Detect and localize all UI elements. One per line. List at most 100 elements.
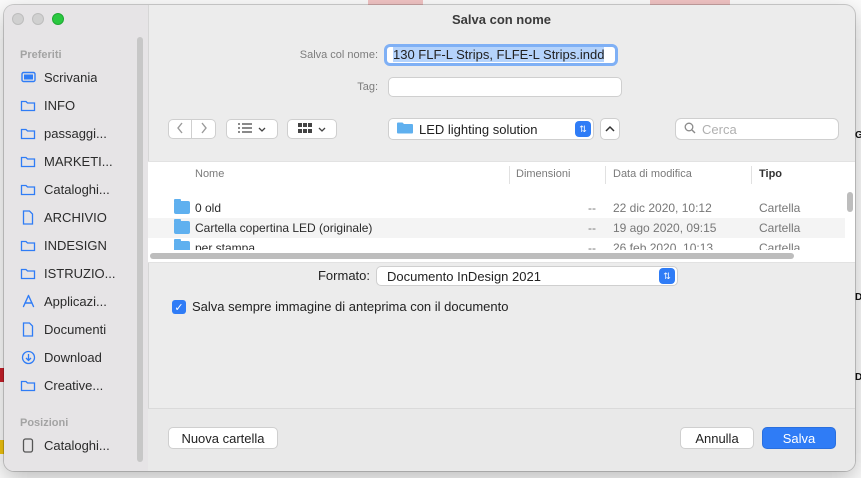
column-header-kind[interactable]: Tipo (759, 168, 782, 180)
sidebar-item-info[interactable]: INFO (20, 93, 138, 117)
document-icon (20, 321, 36, 337)
file-size: -- (588, 221, 596, 235)
format-popup[interactable]: Documento InDesign 2021 ⇅ (376, 266, 678, 286)
sidebar-item-indesign[interactable]: INDESIGN (20, 233, 138, 257)
view-list-button[interactable] (226, 119, 278, 139)
checkmark-icon: ✓ (174, 301, 184, 314)
tag-input[interactable] (388, 77, 622, 97)
folder-icon (174, 219, 190, 234)
new-folder-button[interactable]: Nuova cartella (168, 427, 278, 449)
sidebar-item-creative-cloud[interactable]: Creative... (20, 373, 138, 397)
file-name: 0 old (195, 201, 222, 215)
file-row[interactable]: Cartella copertina LED (originale) -- 19… (148, 218, 845, 238)
sidebar-item-label: MARKETI... (44, 153, 113, 169)
folder-icon (20, 153, 36, 169)
dialog-footer: Nuova cartella Annulla Salva (148, 408, 855, 471)
sidebar-item-label: ARCHIVIO (44, 209, 107, 225)
sidebar-item-label: INDESIGN (44, 237, 107, 253)
sidebar-scrollbar[interactable] (137, 37, 143, 462)
file-kind: Cartella (759, 201, 801, 215)
forward-button[interactable] (192, 119, 216, 139)
folder-icon (20, 125, 36, 141)
sidebar-item-label: Creative... (44, 377, 104, 393)
column-separator (605, 166, 606, 184)
folder-icon (20, 181, 36, 197)
back-button[interactable] (168, 119, 192, 139)
file-name: per stampa (195, 241, 256, 250)
grid-view-icon (298, 122, 312, 136)
sidebar-item-label: Documenti (44, 321, 107, 337)
column-header-modified[interactable]: Data di modifica (613, 168, 692, 180)
background-page-marker: D (855, 292, 861, 303)
sidebar-item-marketing[interactable]: MARKETI... (20, 149, 138, 173)
sidebar-item-label: passaggi... (44, 125, 107, 141)
column-separator (751, 166, 752, 184)
horizontal-scrollbar[interactable] (150, 253, 794, 259)
chevron-up-icon (605, 124, 615, 135)
file-row[interactable]: 0 old -- 22 dic 2020, 10:12 Cartella (148, 198, 845, 218)
file-kind: Cartella (759, 221, 801, 235)
sidebar-item-archivio[interactable]: ARCHIVIO (20, 205, 138, 229)
vertical-scrollbar[interactable] (847, 192, 853, 212)
navigation-buttons (168, 119, 216, 139)
sidebar-item-label: Scrivania (44, 69, 98, 85)
sidebar-item-label: INFO (44, 97, 76, 113)
sidebar-item-istruzioni[interactable]: ISTRUZIO... (20, 261, 138, 285)
sidebar-item-label: Cataloghi... (44, 181, 110, 197)
file-modified: 26 feb 2020, 10:13 (613, 241, 714, 250)
view-grid-button[interactable] (287, 119, 337, 139)
folder-icon (20, 377, 36, 393)
chevron-right-icon (200, 122, 208, 137)
chevron-down-icon (318, 122, 326, 136)
sidebar-item-scrivania[interactable]: Scrivania (20, 65, 138, 89)
save-as-dialog: Preferiti Scrivania INFO passaggi... MAR… (4, 5, 855, 471)
sidebar-item-documenti[interactable]: Documenti (20, 317, 138, 341)
column-header-size[interactable]: Dimensioni (516, 168, 570, 180)
search-field[interactable]: Cerca (675, 118, 839, 140)
minimize-window-button[interactable] (32, 13, 44, 25)
dialog-title: Salva con nome (452, 12, 551, 27)
sidebar: Preferiti Scrivania INFO passaggi... MAR… (4, 5, 149, 471)
save-as-label: Salva col nome: (299, 49, 378, 61)
sidebar-item-cataloghi[interactable]: Cataloghi... (20, 177, 138, 201)
file-row[interactable]: per stampa -- 26 feb 2020, 10:13 Cartell… (148, 238, 845, 250)
search-icon (684, 122, 696, 137)
location-popup[interactable]: LED lighting solution ⇅ (388, 118, 594, 140)
folder-icon (174, 239, 190, 250)
sidebar-item-passaggi[interactable]: passaggi... (20, 121, 138, 145)
file-kind: Cartella (759, 241, 801, 250)
always-save-preview-checkbox[interactable]: ✓ (172, 300, 186, 314)
file-browser: Nome Dimensioni Data di modifica Tipo 0 … (148, 161, 855, 263)
sidebar-item-download[interactable]: Download (20, 345, 138, 369)
sidebar-section-locations: Posizioni (20, 417, 69, 429)
folder-icon (20, 97, 36, 113)
collapse-dialog-button[interactable] (600, 118, 620, 140)
location-label: LED lighting solution (419, 121, 538, 137)
sidebar-item-label: Applicazi... (44, 293, 107, 309)
close-window-button[interactable] (12, 13, 24, 25)
tag-label: Tag: (357, 81, 378, 93)
sidebar-item-applicazioni[interactable]: Applicazi... (20, 289, 138, 313)
list-view-icon (238, 122, 252, 136)
folder-icon (397, 121, 413, 137)
window-controls (12, 13, 64, 25)
chevron-left-icon (176, 122, 184, 137)
sidebar-item-label: ISTRUZIO... (44, 265, 116, 281)
up-down-arrows-icon: ⇅ (659, 268, 675, 284)
drive-icon (20, 437, 36, 453)
column-separator (509, 166, 510, 184)
file-size: -- (588, 241, 596, 250)
sidebar-item-location-drive[interactable]: Cataloghi... (20, 433, 138, 457)
save-button[interactable]: Salva (762, 427, 836, 449)
chevron-down-icon (258, 122, 266, 136)
cancel-button[interactable]: Annulla (680, 427, 754, 449)
folder-icon (20, 237, 36, 253)
zoom-window-button[interactable] (52, 13, 64, 25)
dialog-main: Salva con nome Salva col nome: 130 FLF-L… (148, 5, 855, 471)
background-page-marker: G (855, 130, 861, 141)
file-modified: 22 dic 2020, 10:12 (613, 201, 712, 215)
desktop-icon (20, 69, 36, 85)
column-header-name[interactable]: Nome (195, 168, 224, 180)
always-save-preview-label[interactable]: Salva sempre immagine di anteprima con i… (192, 299, 509, 314)
file-name-input[interactable]: 130 FLF-L Strips, FLFE-L Strips.indd (384, 44, 618, 66)
